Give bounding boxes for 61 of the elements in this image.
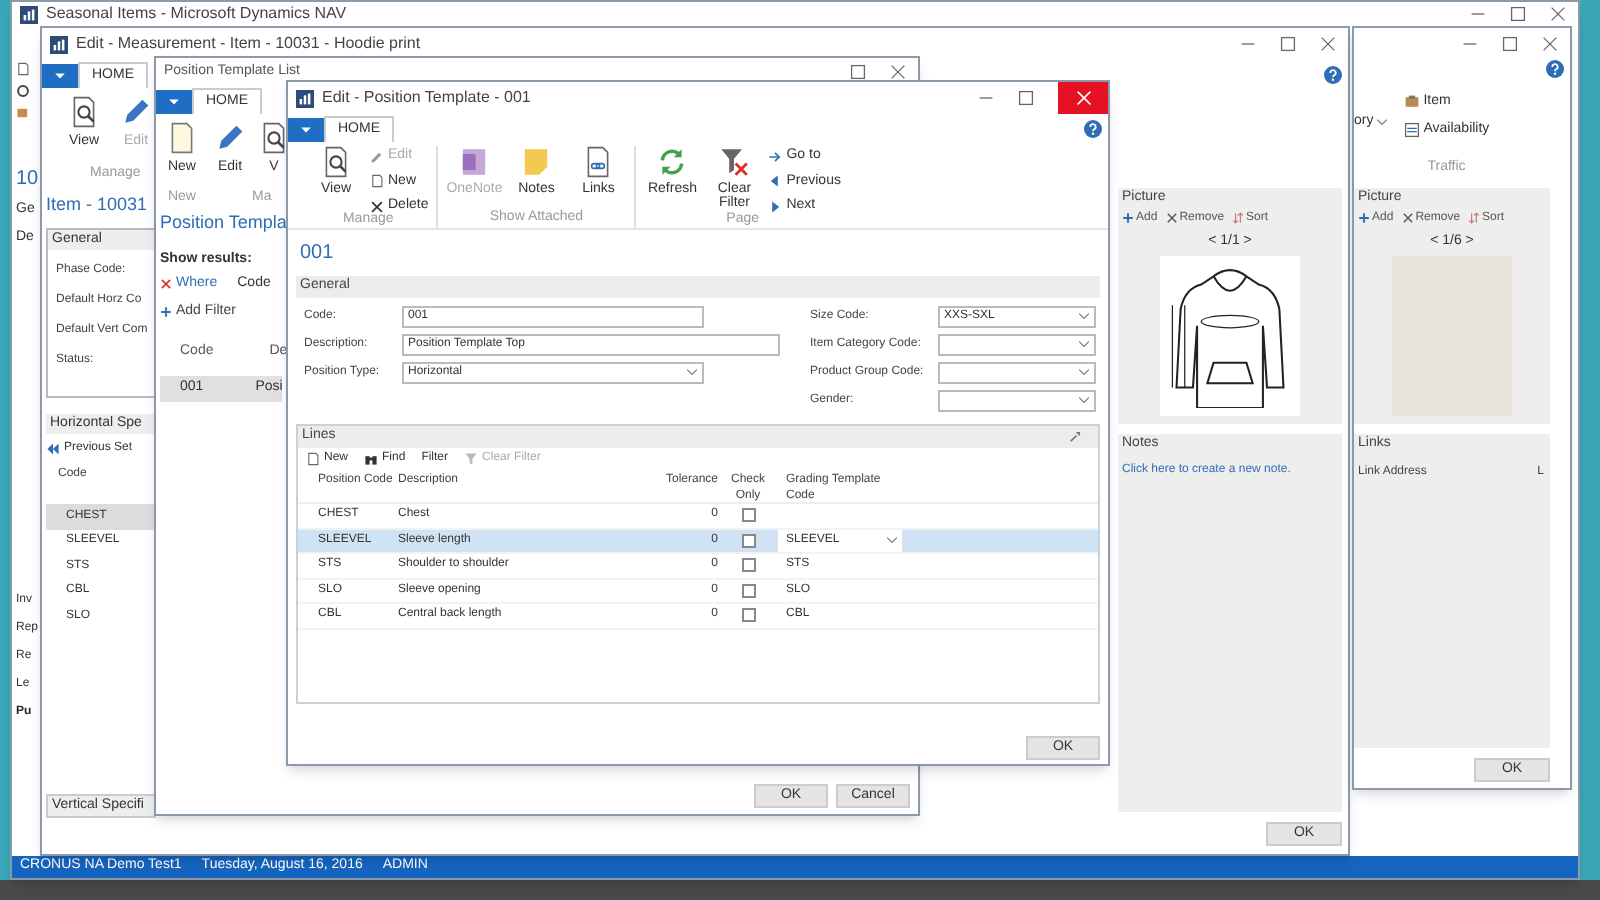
window-title: Seasonal Items - Microsoft Dynamics NAV — [46, 2, 347, 26]
x-icon — [160, 278, 172, 291]
close-icon[interactable] — [1320, 36, 1336, 52]
caret-icon — [686, 368, 698, 376]
x-icon — [1401, 212, 1414, 224]
caret-icon — [1078, 396, 1090, 404]
caret-icon — [168, 98, 180, 106]
sort-icon — [1232, 212, 1245, 224]
prev-icon — [768, 174, 783, 189]
notes-icon — [520, 146, 553, 178]
x-icon — [1165, 212, 1178, 224]
app-icon — [296, 89, 314, 107]
checkbox[interactable] — [741, 558, 755, 573]
plus-icon — [160, 305, 172, 318]
close-button[interactable] — [1058, 82, 1108, 114]
checkbox[interactable] — [741, 533, 755, 548]
previous-icon — [46, 442, 60, 456]
help-icon[interactable] — [1546, 60, 1564, 78]
page-heading: Item - 10031 — [46, 192, 150, 218]
binoculars-icon — [364, 451, 379, 465]
close-icon[interactable] — [1550, 6, 1566, 22]
refresh-icon — [656, 146, 689, 178]
close-icon[interactable] — [890, 64, 906, 80]
checkbox[interactable] — [741, 583, 755, 598]
next-icon — [768, 199, 783, 214]
pencil-icon — [214, 122, 246, 154]
caret-icon — [1078, 340, 1090, 348]
caret-icon — [1078, 368, 1090, 376]
plus-icon — [1358, 212, 1370, 224]
view-icon — [320, 146, 352, 178]
item-icon — [1403, 94, 1420, 111]
checkbox[interactable] — [741, 508, 755, 523]
caret-icon — [1078, 312, 1090, 320]
window-title: Edit - Measurement - Item - 10031 - Hoodie print — [76, 32, 421, 56]
caret-icon — [54, 72, 66, 80]
checkbox[interactable] — [741, 608, 755, 623]
pencil-icon — [120, 96, 152, 128]
plus-icon — [1122, 212, 1134, 224]
sort-icon — [1468, 212, 1481, 224]
help-icon[interactable] — [1084, 119, 1102, 137]
caret-icon — [1375, 118, 1388, 126]
maximize-icon[interactable] — [850, 64, 866, 80]
ribbon-menu-button[interactable] — [288, 118, 324, 142]
view-icon — [68, 96, 100, 128]
app-icon — [50, 35, 68, 53]
maximize-icon[interactable] — [1280, 36, 1296, 52]
close-icon[interactable] — [1542, 36, 1558, 52]
onenote-icon — [458, 146, 491, 178]
page-heading: 10 — [16, 166, 39, 194]
caret-icon — [886, 536, 898, 545]
ribbon-menu-button[interactable] — [42, 64, 78, 88]
caret-icon — [300, 126, 312, 134]
window-title: Edit - Position Template - 001 — [322, 86, 531, 110]
page-icon — [166, 122, 198, 154]
maximize-icon[interactable] — [1018, 90, 1034, 106]
help-icon[interactable] — [1324, 65, 1342, 83]
ribbon-menu-button[interactable] — [156, 90, 192, 114]
app-icon — [20, 5, 38, 23]
page-heading: Position Templa — [160, 210, 287, 236]
page-heading: 001 — [300, 240, 336, 268]
close-icon — [1075, 90, 1091, 106]
